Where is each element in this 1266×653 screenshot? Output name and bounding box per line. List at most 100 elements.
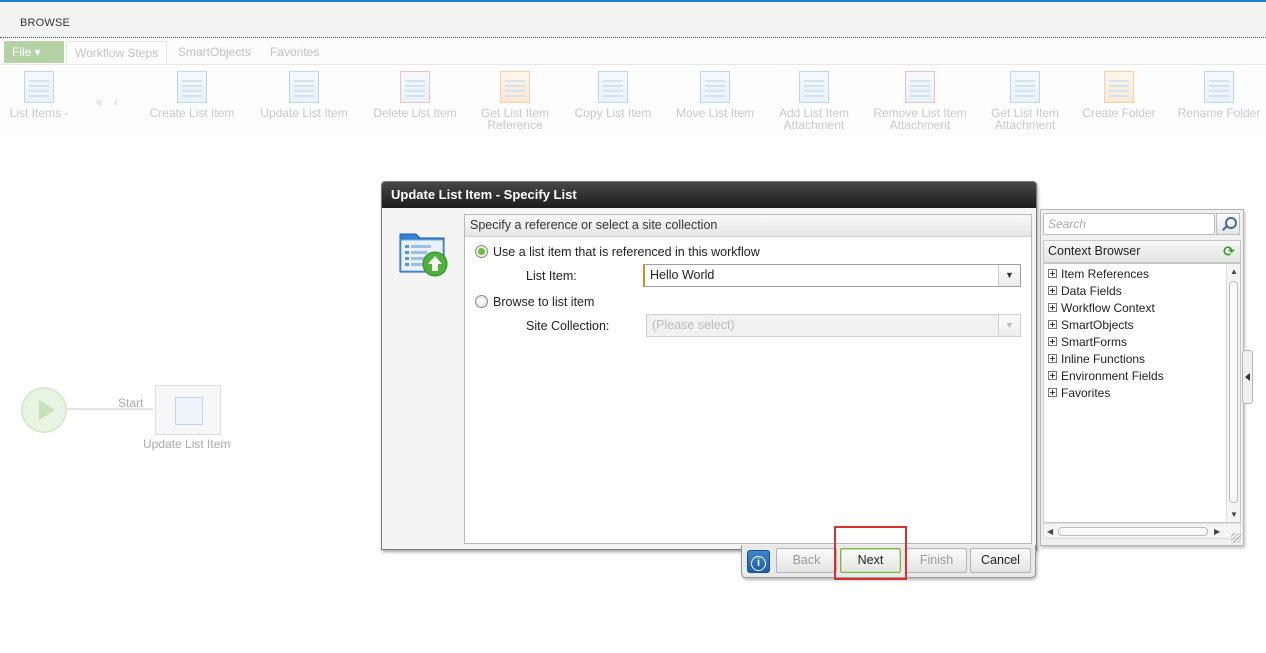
- tree-item-label: Environment Fields: [1061, 369, 1164, 383]
- dialog-title: Update List Item - Specify List: [382, 182, 1036, 208]
- tree-item-label: Favorites: [1061, 386, 1111, 400]
- expand-icon[interactable]: [1048, 388, 1057, 397]
- next-button-highlight: [834, 526, 907, 580]
- tree-item-label: Item References: [1061, 267, 1150, 281]
- expand-icon[interactable]: [1048, 303, 1057, 312]
- update-list-item-button[interactable]: Update List Item: [255, 71, 353, 119]
- scroll-up-icon[interactable]: ▲: [1230, 267, 1238, 276]
- copy-list-item-button[interactable]: Copy List Item: [569, 71, 657, 119]
- file-tab-label: File: [12, 45, 32, 59]
- context-tree: Item References Data Fields Workflow Con…: [1043, 263, 1241, 523]
- chevron-down-icon[interactable]: ▼: [998, 315, 1020, 336]
- start-line-label: Start: [118, 396, 144, 410]
- expand-icon[interactable]: [1048, 286, 1057, 295]
- tree-item-smartobjects[interactable]: SmartObjects: [1048, 317, 1134, 334]
- update-list-item-dialog-icon: [399, 233, 448, 277]
- remove-attachment-label: Remove List Item Attachment: [873, 106, 967, 132]
- finish-button[interactable]: Finish: [906, 548, 967, 573]
- update-list-item-icon: [289, 71, 319, 103]
- ribbon-body: List Items - « ‹ Create List Item Update…: [0, 64, 1266, 139]
- get-list-item-reference-label: Get List Item Reference: [480, 106, 550, 132]
- back-button[interactable]: Back: [776, 548, 837, 573]
- tab-favorites[interactable]: Favorites: [270, 45, 319, 59]
- cancel-button[interactable]: Cancel: [970, 548, 1031, 573]
- info-icon: i: [751, 556, 766, 571]
- tree-item-smartforms[interactable]: SmartForms: [1048, 334, 1127, 351]
- context-browser-title: Context Browser: [1048, 244, 1141, 258]
- horizontal-scroll-thumb[interactable]: [1058, 527, 1208, 536]
- expand-icon[interactable]: [1048, 371, 1057, 380]
- dialog-content-panel: Specify a reference or select a site col…: [464, 214, 1032, 544]
- file-tab[interactable]: File ▾: [4, 41, 64, 63]
- delete-list-item-label: Delete List Item: [373, 106, 457, 120]
- copy-list-item-label: Copy List Item: [574, 106, 652, 120]
- context-browser-panel: Search Context Browser ⟳ Item References…: [1040, 209, 1244, 546]
- option-referenced-radio[interactable]: [475, 245, 488, 258]
- context-browser-header: Context Browser ⟳: [1043, 240, 1241, 263]
- option-browse-radio[interactable]: [475, 295, 488, 308]
- vertical-scroll-thumb[interactable]: [1229, 281, 1238, 503]
- create-folder-button[interactable]: Create Folder: [1080, 71, 1158, 119]
- collapse-panel-handle[interactable]: [1242, 350, 1253, 404]
- tree-item-label: SmartObjects: [1061, 318, 1134, 332]
- remove-attachment-button[interactable]: Remove List Item Attachment: [868, 71, 972, 131]
- copy-list-item-icon: [598, 71, 628, 103]
- rename-folder-button[interactable]: Rename Folder: [1174, 71, 1264, 119]
- move-list-item-icon: [700, 71, 730, 103]
- get-attachment-icon: [1010, 71, 1040, 103]
- resize-grip-icon[interactable]: [1231, 533, 1241, 543]
- search-icon[interactable]: [1216, 213, 1240, 235]
- list-items-button[interactable]: List Items -: [8, 71, 70, 119]
- tree-item-data-fields[interactable]: Data Fields: [1048, 283, 1122, 300]
- delete-list-item-button[interactable]: Delete List Item: [368, 71, 462, 119]
- get-list-item-reference-button[interactable]: Get List Item Reference: [475, 71, 555, 131]
- top-bar: BROWSE: [0, 0, 1266, 38]
- update-list-item-node[interactable]: [155, 385, 221, 435]
- tree-item-environment-fields[interactable]: Environment Fields: [1048, 368, 1164, 385]
- tree-item-label: SmartForms: [1061, 335, 1127, 349]
- context-search-input[interactable]: Search: [1043, 213, 1215, 235]
- tree-item-inline-functions[interactable]: Inline Functions: [1048, 351, 1145, 368]
- remove-attachment-icon: [905, 71, 935, 103]
- tree-item-item-references[interactable]: Item References: [1048, 266, 1149, 283]
- delete-list-item-icon: [400, 71, 430, 103]
- get-reference-icon: [500, 71, 530, 103]
- start-node-icon[interactable]: [21, 387, 67, 433]
- move-list-item-button[interactable]: Move List Item: [670, 71, 760, 119]
- expand-icon[interactable]: [1048, 354, 1057, 363]
- list-items-icon: [24, 71, 54, 103]
- browse-tab[interactable]: BROWSE: [20, 17, 70, 29]
- expand-icon[interactable]: [1048, 337, 1057, 346]
- ribbon-nav-arrows[interactable]: « ‹: [96, 95, 122, 109]
- refresh-icon[interactable]: ⟳: [1220, 243, 1238, 260]
- section-header: Specify a reference or select a site col…: [465, 215, 1031, 237]
- chevron-down-icon[interactable]: ▼: [998, 265, 1020, 286]
- update-list-item-label: Update List Item: [260, 106, 348, 120]
- option-browse-label: Browse to list item: [493, 295, 595, 309]
- tab-smartobjects[interactable]: SmartObjects: [178, 45, 251, 59]
- expand-icon[interactable]: [1048, 269, 1057, 278]
- ribbon: File ▾ Workflow Steps SmartObjects Favor…: [0, 39, 1266, 139]
- tree-item-label: Data Fields: [1061, 284, 1122, 298]
- info-button[interactable]: i: [747, 550, 770, 573]
- list-item-label: List Item:: [526, 269, 577, 283]
- add-attachment-button[interactable]: Add List Item Attachment: [774, 71, 854, 131]
- scroll-left-icon[interactable]: ◀: [1047, 527, 1053, 536]
- move-list-item-label: Move List Item: [675, 106, 755, 120]
- add-attachment-label: Add List Item Attachment: [778, 106, 850, 132]
- list-item-dropdown[interactable]: Hello World ▼: [643, 264, 1021, 287]
- scroll-down-icon[interactable]: ▼: [1230, 510, 1238, 519]
- horizontal-scrollbar[interactable]: ◀ ▶: [1043, 523, 1241, 539]
- get-attachment-button[interactable]: Get List Item Attachment: [985, 71, 1065, 131]
- vertical-scrollbar[interactable]: ▲ ▼: [1226, 264, 1240, 522]
- create-list-item-icon: [177, 71, 207, 103]
- update-list-item-node-label: Update List Item: [143, 437, 231, 451]
- rename-folder-icon: [1204, 71, 1234, 103]
- tree-item-workflow-context[interactable]: Workflow Context: [1048, 300, 1155, 317]
- expand-icon[interactable]: [1048, 320, 1057, 329]
- create-list-item-button[interactable]: Create List Item: [144, 71, 240, 119]
- site-collection-dropdown[interactable]: (Please select) ▼: [646, 314, 1021, 337]
- tab-workflow-steps[interactable]: Workflow Steps: [66, 41, 168, 65]
- tree-item-favorites[interactable]: Favorites: [1048, 385, 1110, 402]
- scroll-right-icon[interactable]: ▶: [1214, 527, 1220, 536]
